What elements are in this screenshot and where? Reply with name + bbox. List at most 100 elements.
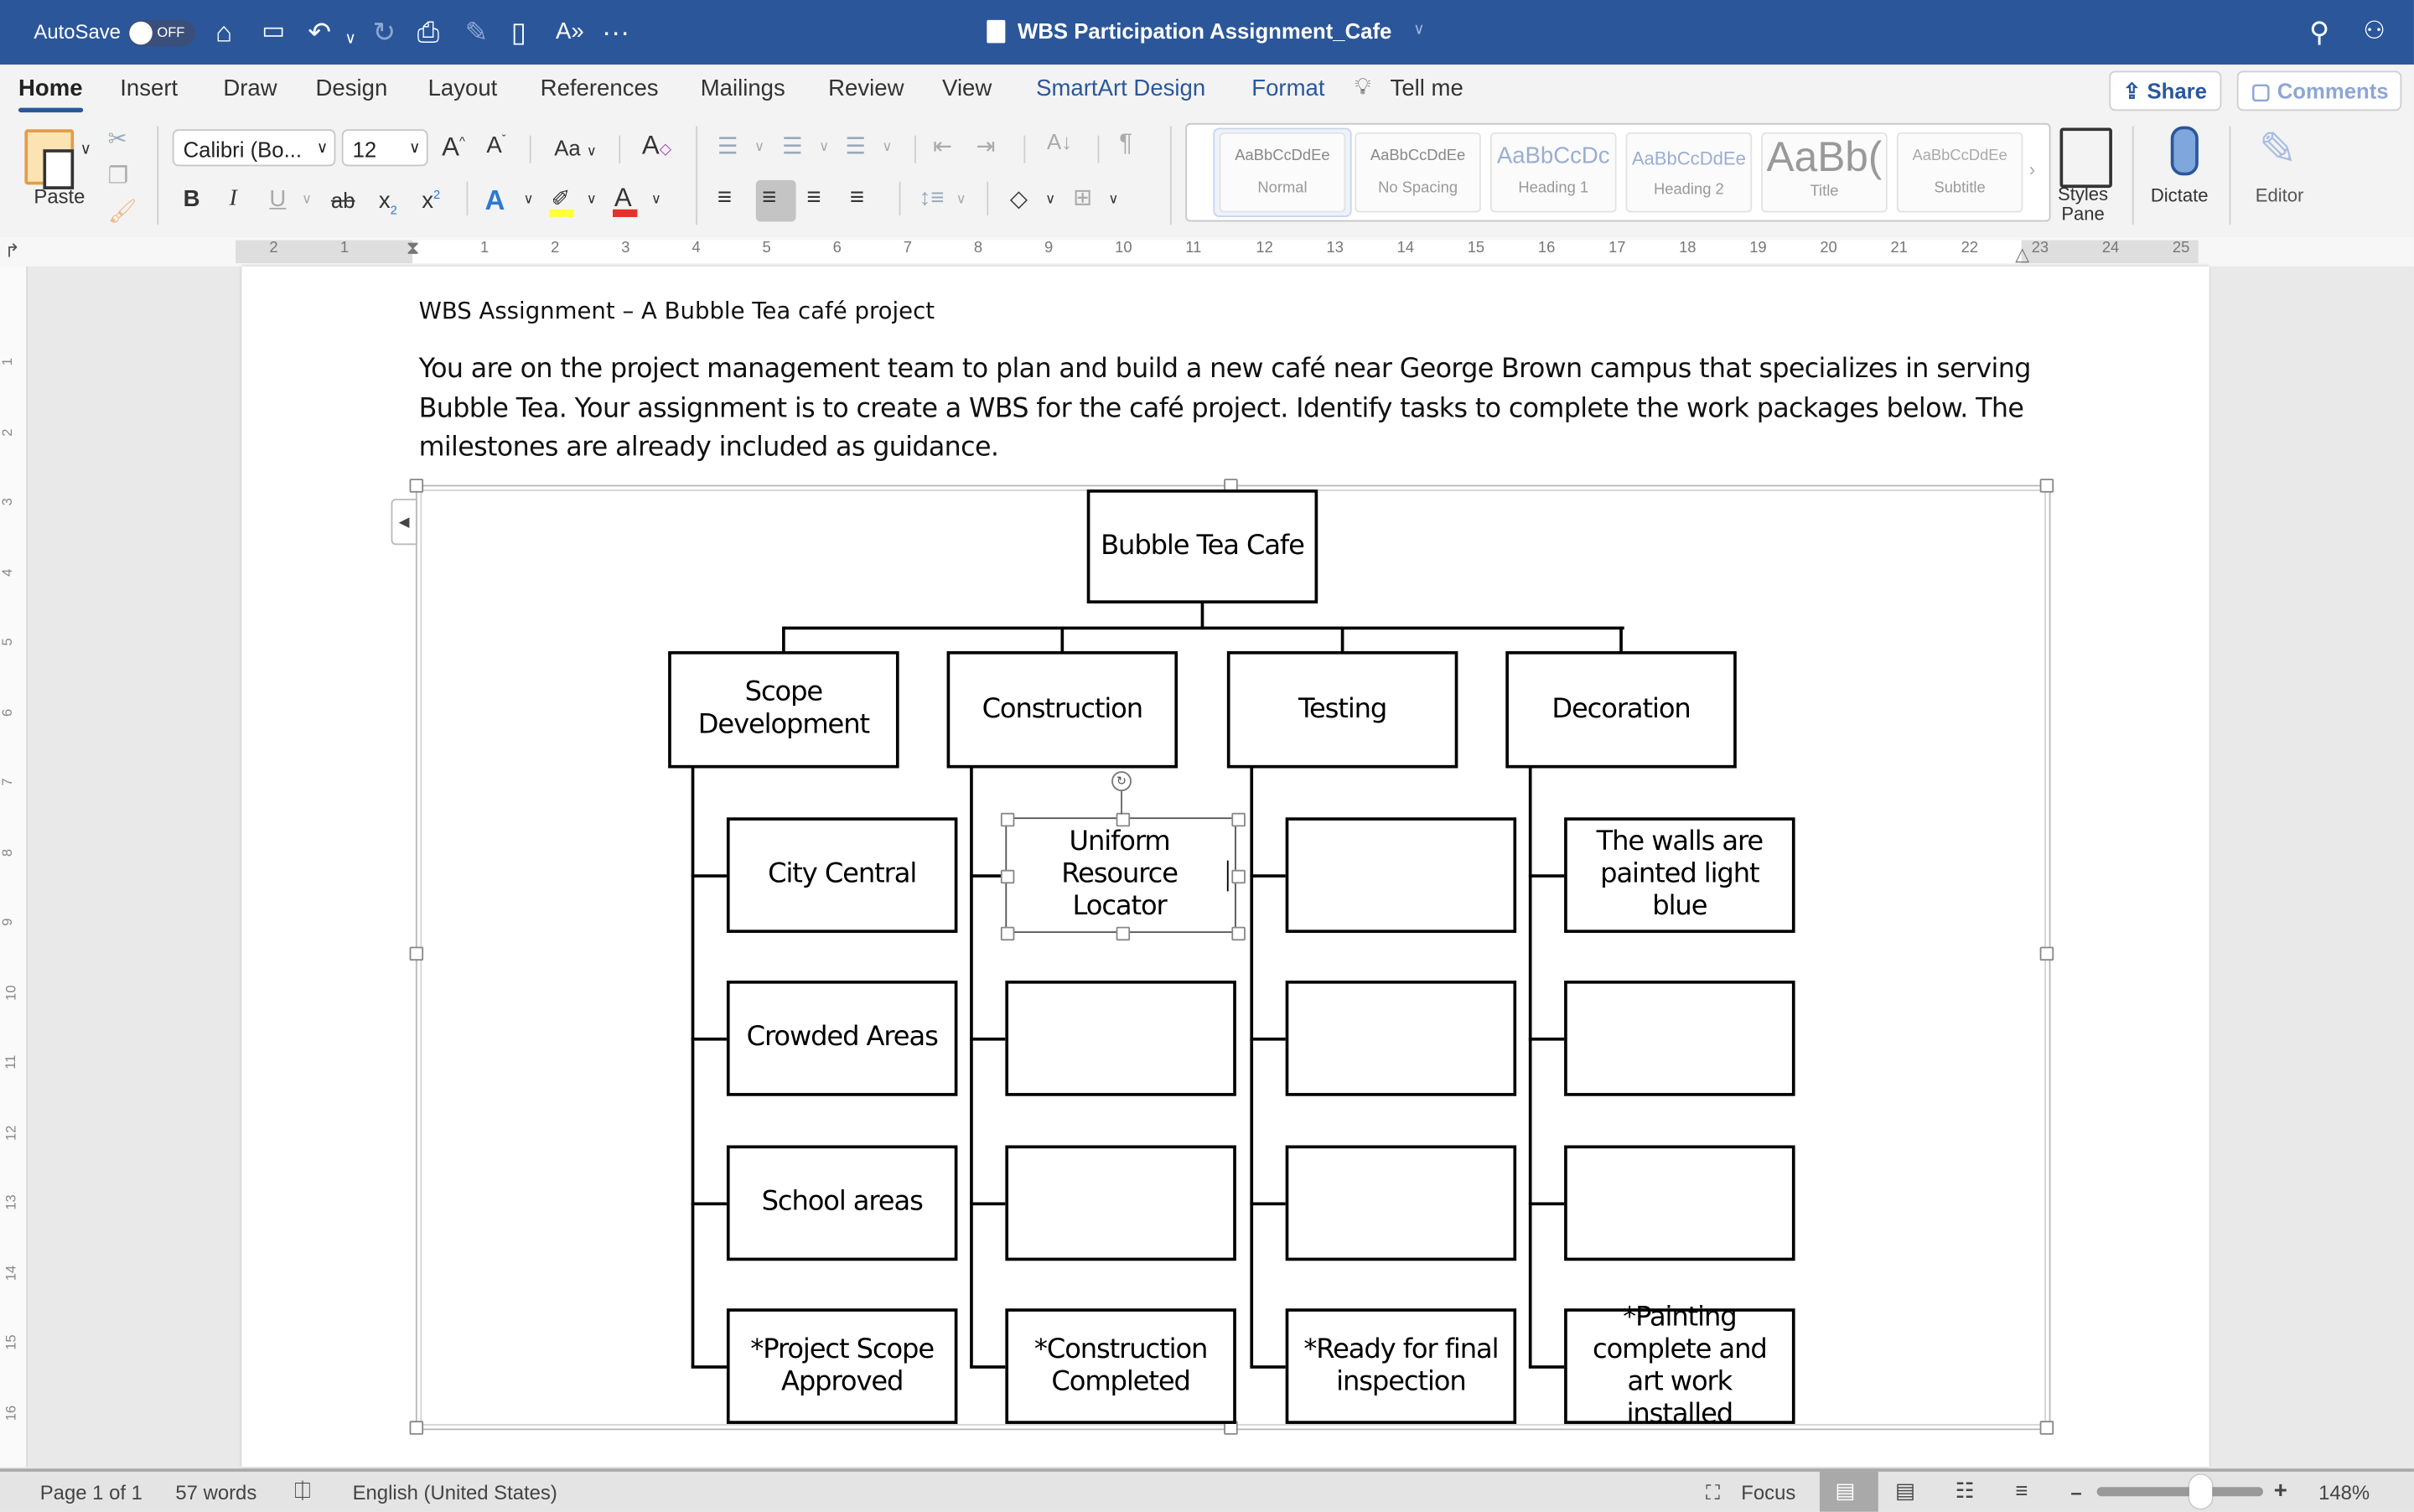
title-dropdown-icon[interactable]: ∨ — [1413, 22, 1424, 39]
tab-mailings[interactable]: Mailings — [701, 75, 785, 101]
resize-handle[interactable] — [2039, 1421, 2054, 1435]
more-icon[interactable]: ··· — [602, 17, 629, 48]
wbs-empty-node[interactable] — [1285, 980, 1517, 1096]
first-line-indent-marker[interactable]: ⧗ — [407, 237, 419, 261]
sort-icon[interactable]: A↓ — [1047, 129, 1072, 153]
style-normal[interactable]: AaBbCcDdEe Normal — [1219, 132, 1346, 213]
underline-button[interactable]: U — [269, 186, 286, 212]
wbs-task-node[interactable]: *Project Scope Approved — [726, 1308, 958, 1424]
undo-icon[interactable]: ↶ — [308, 17, 331, 48]
print-layout-icon[interactable]: ▤ — [1835, 1478, 1855, 1504]
editor-label[interactable]: Editor — [2256, 184, 2304, 206]
wbs-empty-node[interactable] — [1005, 1145, 1236, 1261]
outline-view-icon[interactable]: ☷ — [1956, 1478, 1975, 1504]
tab-selector-icon[interactable]: ↱ — [5, 241, 20, 262]
strikethrough-button[interactable]: ab — [331, 188, 355, 212]
shape-resize-handle[interactable] — [1116, 926, 1131, 941]
subscript-button[interactable]: x2 — [379, 188, 397, 217]
wbs-task-node[interactable]: City Central — [726, 817, 958, 934]
multilevel-list-icon[interactable]: ☰ — [845, 132, 866, 160]
zoom-percent[interactable]: 148% — [2318, 1481, 2370, 1504]
text-pane-toggle[interactable]: ◀ — [391, 499, 417, 546]
line-spacing-icon[interactable]: ↕≡ — [919, 184, 945, 210]
resize-handle[interactable] — [2039, 946, 2054, 961]
wbs-empty-node[interactable] — [1564, 1145, 1795, 1261]
page-count[interactable]: Page 1 of 1 — [40, 1481, 142, 1504]
borders-dropdown-icon[interactable]: ∨ — [1108, 191, 1118, 208]
format-painter-icon[interactable]: 🖌︎ — [108, 197, 137, 225]
shape-resize-handle[interactable] — [1231, 926, 1246, 941]
multilevel-dropdown-icon[interactable]: ∨ — [882, 138, 892, 155]
zoom-slider-track[interactable] — [2096, 1487, 2263, 1497]
tab-review[interactable]: Review — [828, 75, 904, 101]
tab-format[interactable]: Format — [1251, 75, 1324, 101]
italic-button[interactable]: I — [230, 186, 237, 212]
bullets-dropdown-icon[interactable]: ∨ — [754, 138, 764, 155]
share-button[interactable]: ⇪ Share — [2109, 70, 2221, 111]
dictate-label[interactable]: Dictate — [2151, 184, 2209, 206]
text-effects-dropdown-icon[interactable]: ∨ — [523, 191, 533, 208]
style-subtitle[interactable]: AaBbCcDdEe Subtitle — [1896, 132, 2023, 213]
zoom-out-button[interactable]: – — [2070, 1481, 2081, 1504]
document-heading[interactable]: WBS Assignment – A Bubble Tea café proje… — [419, 297, 935, 324]
shading-dropdown-icon[interactable]: ∨ — [1045, 191, 1055, 208]
style-title[interactable]: AaBb(Title — [1761, 132, 1888, 213]
rotate-handle-icon[interactable]: ↻ — [1111, 771, 1132, 792]
text-effects-icon[interactable]: A — [485, 184, 505, 217]
wbs-empty-node[interactable] — [1005, 980, 1236, 1096]
home-icon[interactable]: ⌂ — [215, 17, 232, 48]
undo-dropdown-icon[interactable]: ∨ — [344, 24, 355, 55]
styles-pane-label[interactable]: Styles Pane — [2057, 184, 2109, 225]
wbs-empty-node[interactable] — [1285, 1145, 1517, 1261]
bullets-icon[interactable]: ☰ — [717, 132, 738, 160]
vertical-ruler[interactable] — [0, 266, 28, 1468]
change-case-button[interactable]: Aa ∨ — [554, 136, 597, 160]
numbering-icon[interactable]: ☰ — [782, 132, 803, 160]
shape-resize-handle[interactable] — [1231, 812, 1246, 827]
justify-icon[interactable]: ≡ — [850, 184, 864, 212]
wbs-task-node[interactable]: The walls are painted light blue — [1564, 817, 1795, 934]
resize-handle[interactable] — [2039, 479, 2054, 493]
new-doc-icon[interactable]: ▯ — [511, 17, 526, 48]
microphone-icon[interactable] — [2170, 126, 2199, 176]
wbs-branch-node[interactable]: Scope Development — [668, 650, 899, 769]
wbs-task-node[interactable]: School areas — [726, 1145, 958, 1261]
focus-button[interactable]: Focus — [1741, 1481, 1795, 1504]
style-heading-1[interactable]: AaBbCcDc Heading 1 — [1489, 132, 1617, 213]
wbs-empty-node[interactable] — [1285, 817, 1517, 934]
shape-resize-handle[interactable] — [1000, 926, 1015, 941]
font-name-select[interactable]: Calibri (Bo... ∨ — [172, 129, 336, 167]
resize-handle[interactable] — [409, 1421, 424, 1435]
numbering-dropdown-icon[interactable]: ∨ — [819, 138, 829, 155]
wbs-task-node[interactable]: Crowded Areas — [726, 980, 958, 1096]
tab-draw[interactable]: Draw — [223, 75, 277, 101]
pilcrow-icon[interactable]: ¶ — [1119, 131, 1132, 158]
wbs-branch-node[interactable]: Decoration — [1505, 650, 1737, 769]
font-size-select[interactable]: 12 ∨ — [341, 129, 428, 167]
wbs-task-node[interactable]: Uniform Resource Locator — [1005, 817, 1236, 934]
cut-icon[interactable]: ✂ — [108, 125, 127, 153]
resize-handle[interactable] — [409, 479, 424, 493]
wbs-task-node[interactable]: *Construction Completed — [1005, 1308, 1236, 1424]
grow-font-icon[interactable]: A^ — [442, 132, 465, 163]
align-center-icon[interactable]: ≡ — [762, 184, 776, 212]
wbs-empty-node[interactable] — [1564, 980, 1795, 1096]
underline-dropdown-icon[interactable]: ∨ — [302, 191, 312, 208]
font-color-dropdown-icon[interactable]: ∨ — [651, 191, 661, 208]
web-layout-icon[interactable]: ▤ — [1895, 1478, 1915, 1504]
wbs-task-node[interactable]: *Ready for final inspection — [1285, 1308, 1517, 1424]
copy-icon[interactable]: ❐ — [108, 162, 129, 189]
read-aloud-icon[interactable]: A» — [556, 17, 584, 48]
align-left-icon[interactable]: ≡ — [717, 184, 732, 212]
wbs-branch-node[interactable]: Testing — [1226, 650, 1458, 769]
tab-insert[interactable]: Insert — [120, 75, 178, 101]
zoom-in-button[interactable]: + — [2274, 1478, 2287, 1504]
tab-smartart-design[interactable]: SmartArt Design — [1036, 75, 1205, 101]
proofing-icon[interactable]: ⎅ — [294, 1478, 312, 1504]
tab-design[interactable]: Design — [316, 75, 388, 101]
document-title[interactable]: WBS Participation Assignment_Cafe — [1018, 18, 1391, 43]
tab-layout[interactable]: Layout — [428, 75, 498, 101]
tell-me-search[interactable]: Tell me — [1391, 75, 1463, 101]
clear-formatting-icon[interactable]: A◇ — [642, 131, 671, 162]
styles-next-icon[interactable]: › — [2029, 158, 2035, 180]
